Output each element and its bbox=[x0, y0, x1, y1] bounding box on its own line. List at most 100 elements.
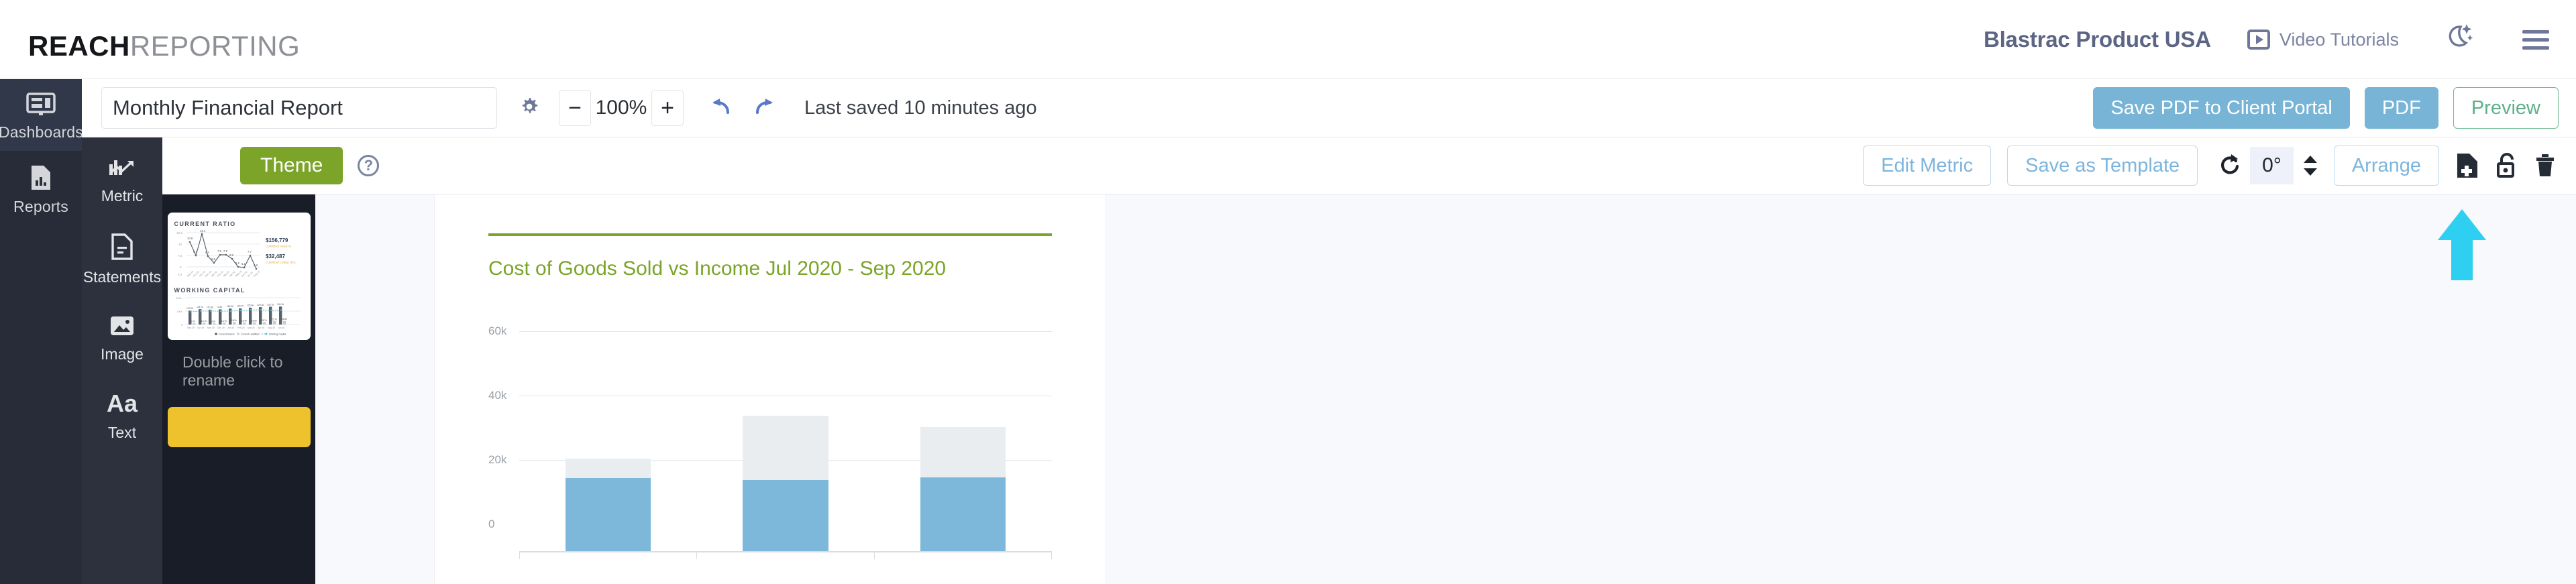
y-tick-60k: 60k bbox=[488, 325, 506, 338]
sidebar-item-image[interactable]: Image bbox=[82, 296, 162, 373]
hamburger-menu-icon[interactable] bbox=[2522, 30, 2549, 50]
svg-text:Mar 20: Mar 20 bbox=[248, 327, 255, 329]
chart-accent-line bbox=[488, 233, 1052, 236]
edit-metric-button[interactable]: Edit Metric bbox=[1863, 145, 1991, 186]
chart-widget[interactable]: Cost of Goods Sold vs Income Jul 2020 - … bbox=[488, 233, 1052, 552]
svg-text:Aug 20: Aug 20 bbox=[252, 270, 260, 278]
report-name-input[interactable] bbox=[101, 87, 497, 129]
mini-chart-working-capital-label: WORKING CAPITAL bbox=[174, 287, 304, 294]
bar-slot-sep[interactable] bbox=[874, 331, 1052, 552]
svg-text:25.7k: 25.7k bbox=[272, 318, 277, 320]
sidebar-item-metric[interactable]: Metric bbox=[82, 137, 162, 215]
mini-chart-legend: Current Assets Current Liabilities Worki… bbox=[215, 333, 286, 335]
sidebar-item-text[interactable]: Aa Text bbox=[82, 373, 162, 451]
svg-text:Oct 19: Oct 19 bbox=[192, 271, 199, 278]
bar-slot-jul[interactable] bbox=[519, 331, 697, 552]
rotation-value[interactable]: 0° bbox=[2250, 147, 2294, 184]
report-canvas: Cost of Goods Sold vs Income Jul 2020 - … bbox=[315, 194, 2576, 584]
bar-segment-cogs-sep bbox=[920, 477, 1006, 552]
arrow-annotation-icon bbox=[2435, 208, 2489, 285]
mini-working-capital-chart: 200k 100k 0 bbox=[174, 294, 304, 338]
svg-text:110.3k: 110.3k bbox=[207, 306, 213, 309]
sidebar-item-statements[interactable]: Statements bbox=[82, 215, 162, 296]
svg-text:125.4k: 125.4k bbox=[247, 304, 254, 307]
video-tutorials-link[interactable]: Video Tutorials bbox=[2247, 30, 2399, 50]
scratch-pad-card-metric[interactable]: CURRENT RATIO 12.5 10 7.5 5 2.5 10.68.41… bbox=[168, 213, 311, 340]
kpi-current-assets-value: $156,779 bbox=[266, 237, 288, 243]
svg-text:Jun 20: Jun 20 bbox=[278, 327, 284, 329]
scratch-pad-rename-hint: Double click to rename bbox=[182, 353, 315, 390]
svg-text:129.4k: 129.4k bbox=[257, 304, 264, 306]
add-page-icon[interactable] bbox=[2455, 152, 2479, 179]
kpi-current-liabilities-label: CURRENT LIABILITIES bbox=[266, 261, 296, 264]
sidebar-secondary: Metric Statements Image Aa Text bbox=[82, 137, 162, 584]
svg-text:12.5: 12.5 bbox=[176, 231, 182, 235]
svg-text:12.1: 12.1 bbox=[200, 229, 206, 233]
document-actions: Save PDF to Client Portal PDF Preview bbox=[2093, 87, 2559, 129]
svg-text:Apr 20: Apr 20 bbox=[228, 271, 235, 278]
rotation-stepper[interactable] bbox=[2303, 155, 2318, 176]
sidebar-item-reports-label: Reports bbox=[13, 198, 68, 216]
undo-icon[interactable] bbox=[710, 97, 733, 120]
rotate-icon[interactable] bbox=[2219, 153, 2241, 179]
svg-text:Working Capital: Working Capital bbox=[269, 333, 286, 336]
svg-text:Dec 19: Dec 19 bbox=[217, 327, 225, 329]
svg-text:6.5: 6.5 bbox=[211, 257, 215, 261]
svg-text:Apr 20: Apr 20 bbox=[258, 327, 264, 329]
y-tick-0: 0 bbox=[488, 518, 494, 531]
bar-slot-aug[interactable] bbox=[697, 331, 875, 552]
theme-button[interactable]: Theme bbox=[240, 147, 343, 184]
save-pdf-to-client-portal-button[interactable]: Save PDF to Client Portal bbox=[2093, 87, 2349, 129]
sidebar-item-reports[interactable]: Reports bbox=[0, 151, 82, 225]
arrange-button[interactable]: Arrange bbox=[2334, 145, 2439, 186]
svg-text:7.5: 7.5 bbox=[178, 254, 182, 257]
save-as-template-button[interactable]: Save as Template bbox=[2007, 145, 2198, 186]
zoom-out-button[interactable]: − bbox=[559, 90, 591, 126]
y-tick-20k: 20k bbox=[488, 453, 506, 467]
delete-icon[interactable] bbox=[2534, 152, 2556, 179]
chart-bars bbox=[519, 331, 1052, 552]
sidebar-item-text-label: Text bbox=[108, 424, 136, 442]
svg-text:18.7k: 18.7k bbox=[262, 319, 267, 322]
help-icon[interactable]: ? bbox=[358, 155, 379, 176]
mini-current-ratio-chart: 12.5 10 7.5 5 2.5 10.68.412.1 8.26.57.9 … bbox=[174, 227, 304, 280]
report-page[interactable]: Cost of Goods Sold vs Income Jul 2020 - … bbox=[435, 194, 1106, 584]
svg-text:8.2: 8.2 bbox=[205, 251, 209, 254]
widget-actions: Edit Metric Save as Template 0° Arrange bbox=[1863, 145, 2556, 186]
bar-segment-cogs-jul bbox=[566, 478, 651, 552]
company-name: Blastrac Product USA bbox=[1984, 27, 2211, 52]
rotation-control: 0° bbox=[2219, 147, 2318, 184]
svg-text:5.1: 5.1 bbox=[241, 262, 246, 266]
bar-segment-income-sep bbox=[920, 427, 1006, 477]
svg-text:114.7k: 114.7k bbox=[197, 306, 203, 308]
kpi-current-liabilities-value: $32,487 bbox=[266, 253, 285, 259]
bar-segment-income-jul bbox=[566, 459, 651, 478]
sidebar-item-dashboards[interactable]: Dashboards bbox=[0, 79, 82, 151]
gear-icon[interactable] bbox=[519, 96, 540, 121]
svg-text:10.6: 10.6 bbox=[187, 237, 193, 240]
svg-text:6.9: 6.9 bbox=[229, 253, 233, 257]
unlock-icon[interactable] bbox=[2496, 152, 2518, 179]
svg-text:Current Liabilities: Current Liabilities bbox=[241, 333, 260, 336]
chevron-down-icon bbox=[2303, 168, 2318, 176]
svg-text:7.9: 7.9 bbox=[217, 249, 221, 253]
svg-text:10: 10 bbox=[178, 243, 182, 246]
pdf-button[interactable]: PDF bbox=[2365, 87, 2438, 129]
preview-button[interactable]: Preview bbox=[2453, 87, 2559, 129]
redo-icon[interactable] bbox=[752, 97, 775, 120]
sidebar-item-dashboards-label: Dashboards bbox=[0, 123, 83, 141]
app-logo[interactable]: REACHREPORTING bbox=[28, 30, 300, 62]
zoom-in-button[interactable]: + bbox=[651, 90, 684, 126]
svg-text:4.8: 4.8 bbox=[254, 264, 258, 267]
svg-text:15.4k: 15.4k bbox=[241, 319, 247, 322]
header-right-group: Blastrac Product USA Video Tutorials bbox=[1984, 0, 2549, 79]
scratch-pad-card-yellow[interactable] bbox=[168, 407, 311, 447]
zoom-level-value: 100% bbox=[591, 97, 651, 119]
svg-text:15.9k: 15.9k bbox=[252, 319, 257, 322]
sidebar-item-metric-label: Metric bbox=[101, 187, 144, 205]
document-lines-icon bbox=[111, 233, 133, 260]
reports-chart-icon bbox=[29, 164, 53, 191]
chart-plot-area: 60k 40k 20k 0 bbox=[488, 303, 1052, 552]
moon-star-icon[interactable] bbox=[2446, 23, 2474, 57]
metric-chart-icon bbox=[108, 156, 136, 179]
